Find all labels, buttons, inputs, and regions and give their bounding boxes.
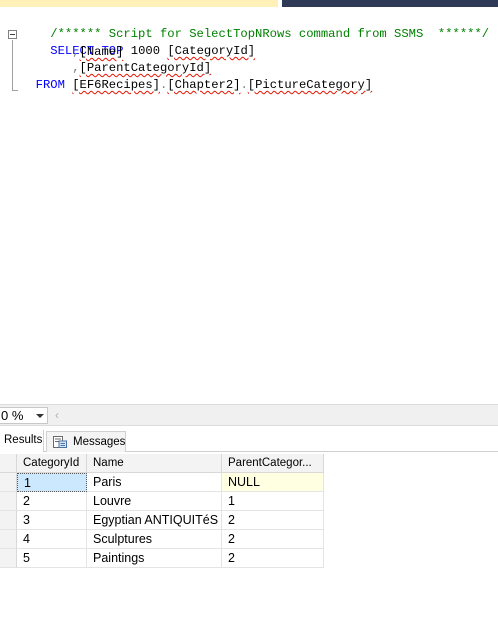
- grid-cell-parent[interactable]: 2: [222, 530, 324, 549]
- grid-cell-name[interactable]: Louvre: [87, 492, 222, 511]
- chevron-down-icon[interactable]: [36, 414, 44, 418]
- schema-name: [Chapter2]: [167, 78, 241, 92]
- column-name: [Name]: [79, 45, 124, 59]
- document-tab-active[interactable]: [0, 0, 278, 7]
- outline-guide-end: [12, 90, 18, 91]
- database-name: [EF6Recipes]: [72, 78, 160, 92]
- code-line-2: SELECT TOP 1000 [CategoryId]: [21, 27, 255, 58]
- grid-cell-name[interactable]: Paintings: [87, 549, 222, 568]
- zoom-bar: 0 % ‹: [0, 404, 498, 426]
- tab-results-label: Results: [4, 434, 43, 446]
- keyword-from: FROM: [35, 78, 65, 92]
- select-all-corner[interactable]: [0, 454, 17, 473]
- row-header[interactable]: [0, 473, 17, 492]
- grid-cell-categoryid[interactable]: 1: [17, 473, 87, 492]
- table-row[interactable]: 5 Paintings 2: [0, 549, 324, 568]
- column-header-name[interactable]: Name: [87, 454, 222, 473]
- table-row[interactable]: 4 Sculptures 2: [0, 530, 324, 549]
- grid-cell-name[interactable]: Paris: [87, 473, 222, 492]
- row-header[interactable]: [0, 511, 17, 530]
- grid-cell-parent[interactable]: 2: [222, 549, 324, 568]
- comma: ,: [72, 61, 80, 75]
- column-header-categoryid[interactable]: CategoryId: [17, 454, 87, 473]
- grid-cell-name[interactable]: Egyptian ANTIQUITéS: [87, 511, 222, 530]
- grid-cell-name[interactable]: Sculptures: [87, 530, 222, 549]
- grid-header-row: CategoryId Name ParentCategor...: [0, 454, 324, 473]
- zoom-dropdown[interactable]: 0 %: [0, 407, 48, 424]
- query-editor[interactable]: /****** Script for SelectTopNRows comman…: [0, 7, 498, 404]
- document-tab-strip: [0, 0, 498, 7]
- table-row[interactable]: 1 Paris NULL: [0, 473, 324, 492]
- zoom-value: 0 %: [1, 408, 24, 423]
- collapse-icon[interactable]: [8, 30, 17, 39]
- column-parentcategoryid: [ParentCategoryId]: [79, 61, 212, 75]
- row-header[interactable]: [0, 530, 17, 549]
- results-tab-bar: Results Messages: [0, 430, 498, 452]
- table-row[interactable]: 2 Louvre 1: [0, 492, 324, 511]
- top-count: 1000: [123, 44, 168, 58]
- tab-messages[interactable]: Messages: [46, 431, 126, 452]
- messages-icon: [53, 436, 67, 448]
- document-tab-inactive[interactable]: [282, 0, 498, 7]
- scroll-left-icon[interactable]: ‹: [55, 408, 59, 422]
- row-header[interactable]: [0, 549, 17, 568]
- code-line-3: ,[Name]: [21, 44, 123, 60]
- grid-cell-categoryid[interactable]: 2: [17, 492, 87, 511]
- code-line-5: FROM [EF6Recipes].[Chapter2].[PictureCat…: [21, 77, 373, 93]
- grid-cell-parent[interactable]: 1: [222, 492, 324, 511]
- column-header-parentcategoryid[interactable]: ParentCategor...: [222, 454, 324, 473]
- grid-cell-categoryid[interactable]: 5: [17, 549, 87, 568]
- row-header[interactable]: [0, 492, 17, 511]
- tab-messages-label: Messages: [73, 436, 126, 448]
- grid-cell-categoryid[interactable]: 3: [17, 511, 87, 530]
- column-categoryid: [CategoryId]: [167, 44, 256, 58]
- comma: ,: [72, 45, 80, 59]
- grid-cell-parent[interactable]: NULL: [222, 473, 324, 492]
- grid-cell-parent[interactable]: 2: [222, 511, 324, 530]
- table-row[interactable]: 3 Egyptian ANTIQUITéS 2: [0, 511, 324, 530]
- grid-cell-categoryid[interactable]: 4: [17, 530, 87, 549]
- dot: .: [240, 78, 248, 92]
- tab-results[interactable]: Results: [0, 430, 44, 452]
- code-line-4: ,[ParentCategoryId]: [21, 60, 211, 76]
- outline-guide: [12, 40, 13, 90]
- code-line-1: /****** Script for SelectTopNRows comman…: [21, 10, 489, 41]
- table-name: [PictureCategory]: [247, 78, 373, 92]
